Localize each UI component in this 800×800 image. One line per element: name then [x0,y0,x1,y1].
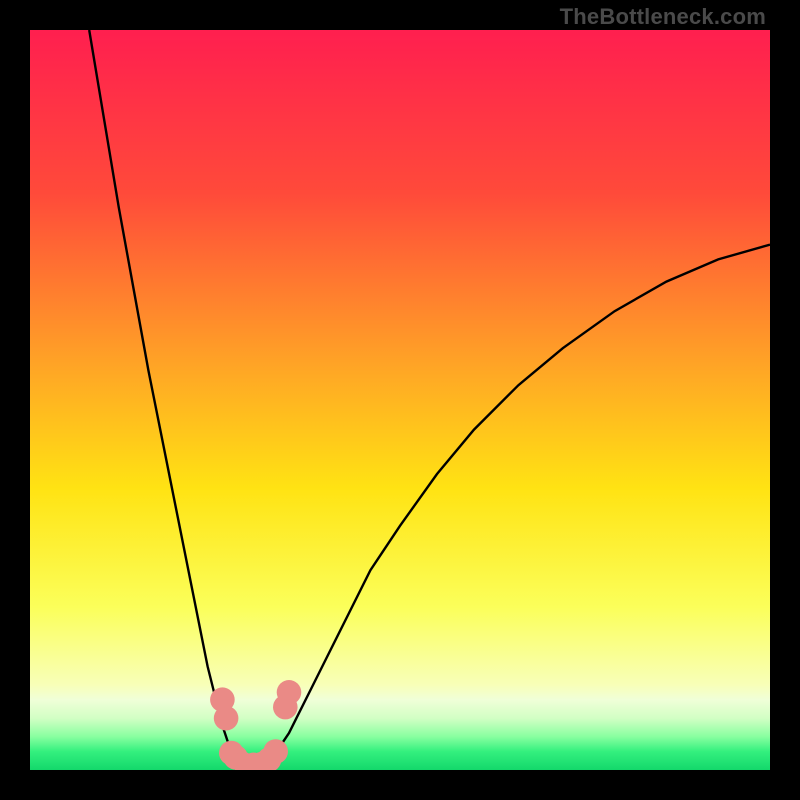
chart-frame: TheBottleneck.com [0,0,800,800]
highlight-dot [214,706,239,731]
plot-area [30,30,770,770]
highlight-dot [277,680,302,705]
watermark-text: TheBottleneck.com [560,4,766,30]
highlight-dot [263,739,288,764]
heat-gradient-bg [30,30,770,770]
chart-svg [30,30,770,770]
